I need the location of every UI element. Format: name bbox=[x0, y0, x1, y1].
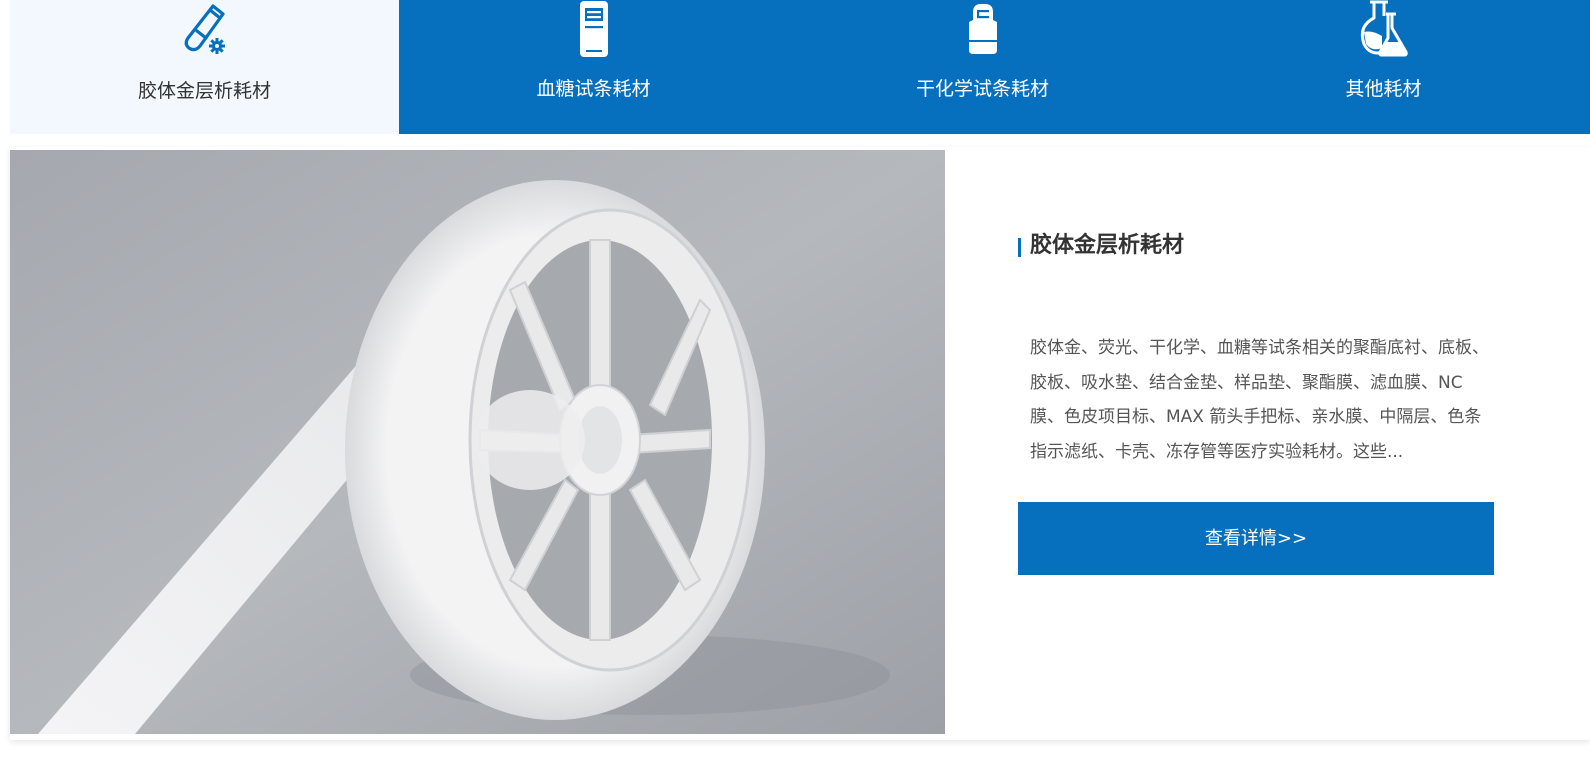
tab-blood-glucose[interactable]: 血糖试条耗材 bbox=[399, 0, 788, 134]
category-tabs: 胶体金层析耗材 血糖试条耗材 干化学试条耗材 其他耗材 bbox=[10, 0, 1590, 134]
view-details-button[interactable]: 查看详情>> bbox=[1018, 502, 1494, 575]
tab-label: 血糖试条耗材 bbox=[536, 78, 651, 100]
tab-other-supplies[interactable]: 其他耗材 bbox=[1177, 0, 1590, 134]
category-title: 胶体金层析耗材 bbox=[1030, 233, 1185, 258]
white-film-roll-on-reel-photo bbox=[10, 150, 945, 734]
glucose-meter-icon bbox=[562, 0, 626, 60]
analyzer-device-icon bbox=[951, 0, 1015, 60]
category-description: 胶体金、荧光、干化学、血糖等试条相关的聚酯底衬、底板、胶板、吸水垫、结合金垫、样… bbox=[1030, 338, 1489, 462]
category-info: 胶体金层析耗材 胶体金、荧光、干化学、血糖等试条相关的聚酯底衬、底板、胶板、吸水… bbox=[1018, 147, 1538, 740]
product-photo bbox=[10, 150, 945, 734]
category-detail-panel: 胶体金层析耗材 胶体金、荧光、干化学、血糖等试条相关的聚酯底衬、底板、胶板、吸水… bbox=[10, 147, 1590, 740]
tab-label: 其他耗材 bbox=[1345, 78, 1422, 100]
tab-label: 胶体金层析耗材 bbox=[137, 80, 271, 102]
lab-flasks-icon bbox=[1352, 0, 1416, 60]
tab-label: 干化学试条耗材 bbox=[915, 78, 1049, 100]
test-tube-gear-icon bbox=[173, 0, 237, 60]
title-accent-bar bbox=[1018, 238, 1021, 257]
tab-dry-chemistry[interactable]: 干化学试条耗材 bbox=[788, 0, 1177, 134]
tab-colloidal-gold[interactable]: 胶体金层析耗材 bbox=[10, 0, 399, 134]
